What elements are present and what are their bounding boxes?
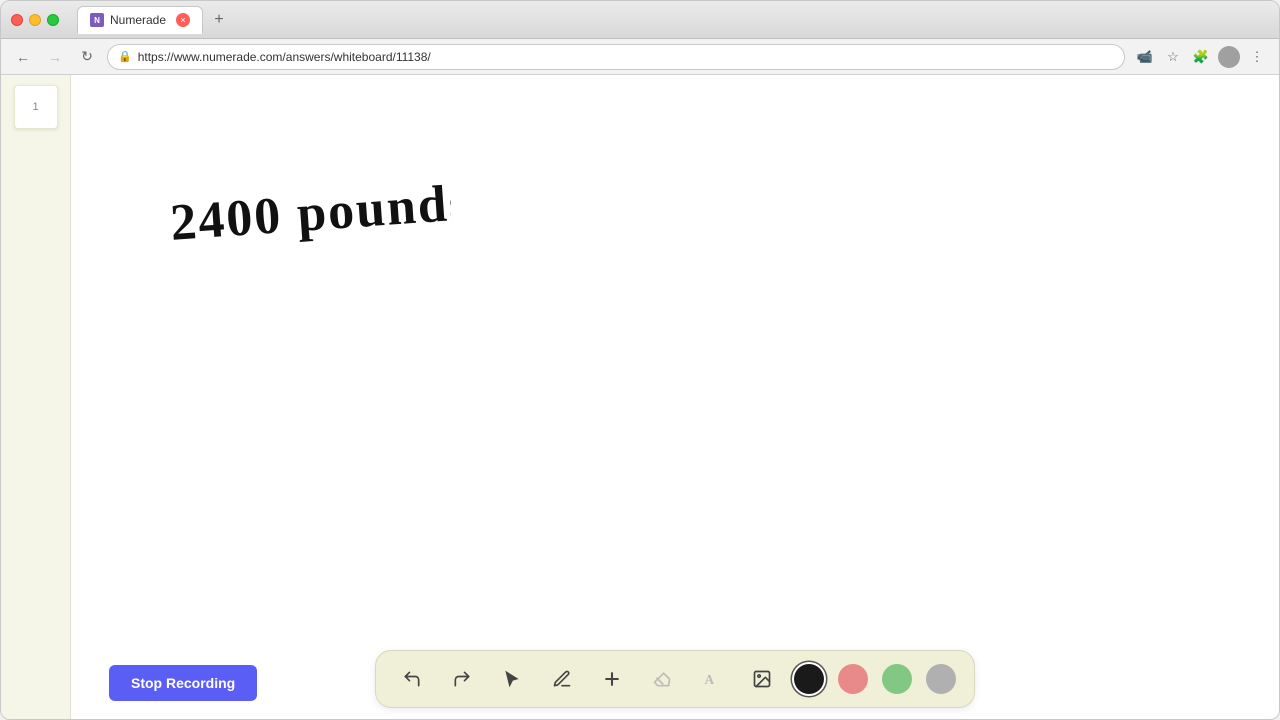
tab-close-button[interactable]: × (176, 13, 190, 27)
toolbar-wrap: Stop Recording (71, 639, 1279, 719)
eraser-button[interactable] (644, 661, 680, 697)
traffic-lights (11, 14, 59, 26)
maximize-window-button[interactable] (47, 14, 59, 26)
page-thumb-1[interactable]: 1 (14, 85, 58, 129)
eraser-icon (652, 669, 672, 689)
cursor-icon (502, 669, 522, 689)
refresh-button[interactable]: ↻ (75, 45, 99, 69)
nav-bar: ← → ↻ 🔒 https://www.numerade.com/answers… (1, 39, 1279, 75)
main-content: 1 2400 pounds Stop Recording (1, 75, 1279, 719)
nav-actions: 📹 ☆ 🧩 ⋮ (1133, 45, 1269, 69)
undo-button[interactable] (394, 661, 430, 697)
address-bar[interactable]: 🔒 https://www.numerade.com/answers/white… (107, 44, 1125, 70)
select-button[interactable] (494, 661, 530, 697)
minimize-window-button[interactable] (29, 14, 41, 26)
back-button[interactable]: ← (11, 45, 35, 69)
drawing-toolbar: A (375, 650, 975, 708)
title-bar: N Numerade × + (1, 1, 1279, 39)
image-button[interactable] (744, 661, 780, 697)
undo-icon (402, 669, 422, 689)
url-text: https://www.numerade.com/answers/whitebo… (138, 50, 431, 64)
text-icon: A (702, 669, 722, 689)
page-sidebar: 1 (1, 75, 71, 719)
color-gray-button[interactable] (926, 664, 956, 694)
cast-button[interactable]: 📹 (1133, 45, 1157, 69)
pen-button[interactable] (544, 661, 580, 697)
forward-button[interactable]: → (43, 45, 67, 69)
pen-icon (552, 669, 572, 689)
tab-bar: N Numerade × + (77, 6, 1269, 34)
new-tab-button[interactable]: + (207, 8, 231, 32)
extensions-button[interactable]: 🧩 (1189, 45, 1213, 69)
text-button[interactable]: A (694, 661, 730, 697)
svg-text:A: A (705, 672, 715, 687)
browser-window: N Numerade × + ← → ↻ 🔒 https://www.numer… (0, 0, 1280, 720)
image-icon (752, 669, 772, 689)
add-icon (602, 669, 622, 689)
color-black-button[interactable] (794, 664, 824, 694)
redo-icon (452, 669, 472, 689)
tab-favicon: N (90, 13, 104, 27)
redo-button[interactable] (444, 661, 480, 697)
page-number: 1 (32, 101, 38, 113)
handwritten-svg: 2400 pounds (170, 170, 453, 260)
menu-button[interactable]: ⋮ (1245, 45, 1269, 69)
svg-text:2400 pounds: 2400 pounds (170, 174, 453, 252)
add-button[interactable] (594, 661, 630, 697)
stop-recording-button[interactable]: Stop Recording (109, 665, 257, 701)
account-button[interactable] (1217, 45, 1241, 69)
active-tab[interactable]: N Numerade × (77, 6, 203, 34)
color-pink-button[interactable] (838, 664, 868, 694)
tab-title: Numerade (110, 13, 166, 27)
color-green-button[interactable] (882, 664, 912, 694)
handwritten-annotation: 2400 pounds (170, 170, 453, 269)
close-window-button[interactable] (11, 14, 23, 26)
bookmark-button[interactable]: ☆ (1161, 45, 1185, 69)
canvas-area[interactable]: 2400 pounds Stop Recording (71, 75, 1279, 719)
avatar (1218, 46, 1240, 68)
lock-icon: 🔒 (118, 50, 132, 63)
